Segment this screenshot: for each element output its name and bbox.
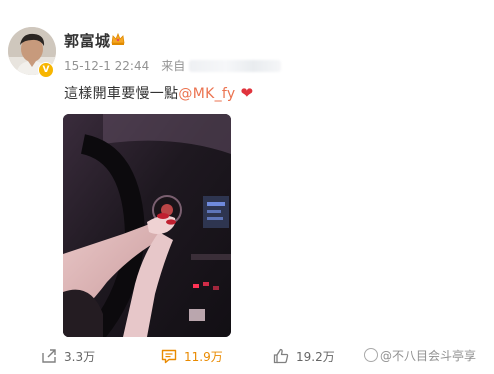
post-body: 這樣開車要慢一點 bbox=[64, 86, 179, 102]
like-count: 19.2万 bbox=[296, 349, 335, 364]
verified-icon: V bbox=[38, 62, 54, 78]
thumbs-up-icon bbox=[273, 348, 289, 364]
mention-link[interactable]: @MK_fy bbox=[178, 86, 235, 102]
heart-emoji: ❤ bbox=[240, 84, 254, 102]
watermark: @不八目会斗亭享 bbox=[364, 347, 476, 364]
comment-button[interactable]: 11.9万 bbox=[160, 347, 223, 365]
post-text: 這樣開車要慢一點@MK_fy ❤ bbox=[64, 83, 253, 103]
weibo-post: V 郭富城 15-12-1 22:44 来自 這樣開車要慢一點@MK_fy ❤ bbox=[0, 0, 494, 374]
source-prefix: 来自 bbox=[161, 59, 186, 73]
comment-count: 11.9万 bbox=[184, 349, 223, 364]
watermark-text: @不八目会斗亭享 bbox=[380, 349, 477, 363]
repost-button[interactable]: 3.3万 bbox=[40, 347, 95, 365]
crown-icon bbox=[111, 32, 125, 45]
author-name[interactable]: 郭富城 bbox=[64, 30, 111, 51]
timestamp[interactable]: 15-12-1 22:44 bbox=[64, 59, 149, 73]
comment-icon bbox=[161, 349, 177, 364]
repost-count: 3.3万 bbox=[64, 349, 96, 364]
watermark-logo-icon bbox=[364, 348, 378, 362]
share-icon bbox=[42, 349, 56, 363]
video-thumbnail[interactable] bbox=[63, 114, 231, 337]
like-button[interactable]: 19.2万 bbox=[272, 347, 335, 365]
post-meta: 15-12-1 22:44 来自 bbox=[64, 57, 282, 74]
blurred-source bbox=[189, 60, 282, 72]
